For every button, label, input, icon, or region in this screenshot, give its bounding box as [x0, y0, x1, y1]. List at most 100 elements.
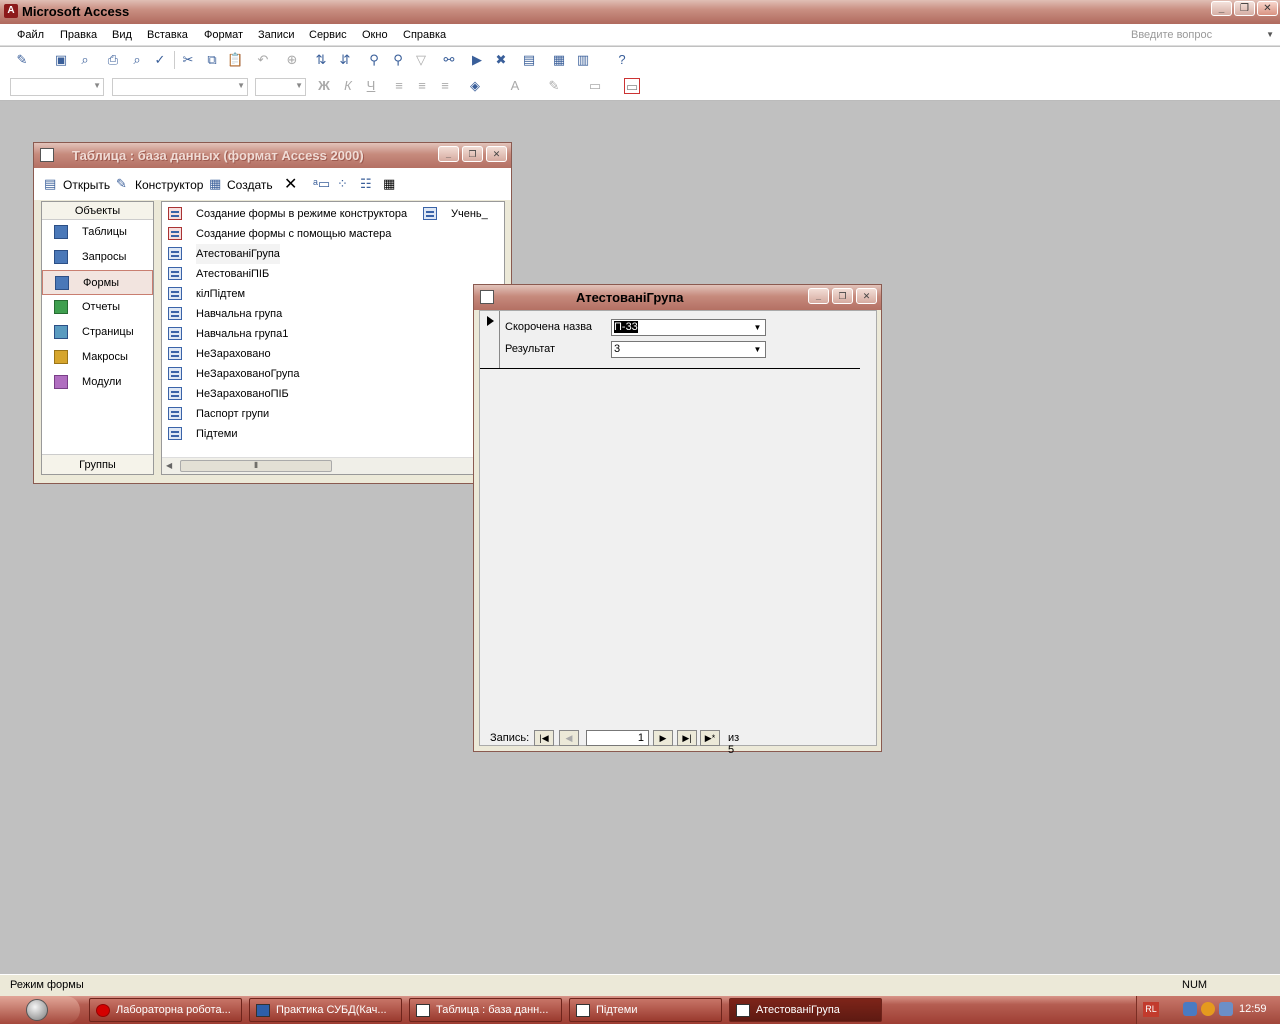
find-icon[interactable]: ⚯ — [441, 52, 457, 68]
line-color-icon[interactable]: ✎ — [546, 78, 562, 94]
form-close-button[interactable]: ✕ — [856, 288, 877, 304]
last-record-button[interactable]: ▶| — [677, 730, 697, 746]
previous-record-button[interactable]: ◀ — [559, 730, 579, 746]
delete-icon[interactable]: ✕ — [284, 174, 297, 194]
insert-object-icon[interactable]: ⊕ — [284, 52, 300, 68]
task-button[interactable]: Лабораторна робота... — [89, 998, 242, 1022]
list-view-icon[interactable]: ☷ — [360, 176, 372, 192]
properties-icon[interactable]: ▤ — [521, 52, 537, 68]
restore-button[interactable]: ❐ — [1234, 1, 1255, 16]
open-button[interactable]: Открыть — [63, 178, 110, 192]
task-button[interactable]: Таблица : база данн... — [409, 998, 562, 1022]
chevron-down-icon[interactable]: ▼ — [750, 320, 765, 335]
sort-ascending-icon[interactable]: ⇅ — [313, 52, 329, 68]
menu-format[interactable]: Формат — [204, 29, 243, 41]
font-color-icon[interactable]: A — [507, 78, 523, 94]
menu-edit[interactable]: Правка — [60, 29, 97, 41]
paste-icon[interactable]: 📋 — [227, 52, 243, 68]
delete-record-icon[interactable]: ✖ — [493, 52, 509, 68]
form-minimize-button[interactable]: _ — [808, 288, 829, 304]
object-modules[interactable]: Модули — [42, 370, 153, 395]
browser-tray-icon[interactable] — [1201, 1002, 1215, 1016]
align-center-icon[interactable]: ≡ — [414, 78, 430, 94]
print-icon[interactable]: ⎙ — [105, 52, 121, 68]
ask-question-box[interactable]: Введите вопрос ▼ — [1126, 27, 1276, 43]
volume-icon[interactable] — [1219, 1002, 1233, 1016]
object-reports[interactable]: Отчеты — [42, 295, 153, 320]
menu-tools[interactable]: Сервис — [309, 29, 347, 41]
start-button[interactable] — [0, 996, 80, 1024]
details-view-icon[interactable]: ▦ — [383, 176, 395, 192]
menu-view[interactable]: Вид — [112, 29, 132, 41]
objects-header[interactable]: Объекты — [42, 202, 153, 220]
language-indicator[interactable]: RL — [1143, 1002, 1159, 1017]
save-icon[interactable]: ▣ — [53, 52, 69, 68]
chevron-down-icon[interactable]: ▼ — [750, 342, 765, 357]
network-icon[interactable] — [1183, 1002, 1197, 1016]
db-restore-button[interactable]: ❐ — [462, 146, 483, 162]
view-icon[interactable]: ✎ — [14, 52, 30, 68]
result-combo[interactable]: 3 ▼ — [611, 341, 766, 358]
sort-descending-icon[interactable]: ⇵ — [337, 52, 353, 68]
spelling-icon[interactable]: ✓ — [152, 52, 168, 68]
apply-filter-icon[interactable]: ▽ — [413, 52, 429, 68]
menu-insert[interactable]: Вставка — [147, 29, 188, 41]
filter-by-form-icon[interactable]: ⚲ — [390, 52, 406, 68]
underline-icon[interactable]: Ч — [363, 78, 379, 94]
first-record-button[interactable]: |◀ — [534, 730, 554, 746]
short-name-combo[interactable]: П-33 ▼ — [611, 319, 766, 336]
line-width-icon[interactable]: ▭ — [587, 78, 603, 94]
font-combo[interactable]: ▼ — [112, 78, 248, 96]
help-icon[interactable]: ? — [614, 52, 630, 68]
object-pages[interactable]: Страницы — [42, 320, 153, 345]
small-icons-icon[interactable]: ⁘ — [337, 176, 348, 192]
print-preview-icon[interactable]: ⌕ — [129, 52, 145, 68]
bold-icon[interactable]: Ж — [316, 78, 332, 94]
minimize-button[interactable]: _ — [1211, 1, 1232, 16]
copy-icon[interactable]: ⧉ — [204, 52, 220, 68]
groups-header[interactable]: Группы — [42, 454, 153, 474]
current-record-icon — [487, 316, 494, 326]
fill-color-icon[interactable]: ◈ — [467, 78, 483, 94]
object-macros[interactable]: Макросы — [42, 345, 153, 370]
menu-help[interactable]: Справка — [403, 29, 446, 41]
task-button[interactable]: Практика СУБД(Кач... — [249, 998, 402, 1022]
form-restore-button[interactable]: ❐ — [832, 288, 853, 304]
task-button-active[interactable]: АтестованіГрупа — [729, 998, 882, 1022]
object-combo[interactable]: ▼ — [10, 78, 104, 96]
new-record-button[interactable]: ▶* — [700, 730, 720, 746]
font-size-combo[interactable]: ▼ — [255, 78, 306, 96]
database-window-icon[interactable]: ▦ — [551, 52, 567, 68]
object-queries[interactable]: Запросы — [42, 245, 153, 270]
large-icons-icon[interactable]: ᵃ▭ — [313, 176, 330, 192]
menu-window[interactable]: Окно — [362, 29, 388, 41]
align-left-icon[interactable]: ≡ — [391, 78, 407, 94]
align-right-icon[interactable]: ≡ — [437, 78, 453, 94]
cut-icon[interactable]: ✂ — [180, 52, 196, 68]
new-object-icon[interactable]: ▥ — [575, 52, 591, 68]
scroll-thumb[interactable]: ⦀ — [180, 460, 332, 472]
new-record-icon[interactable]: ▶ — [469, 52, 485, 68]
create-button[interactable]: Создать — [227, 178, 273, 192]
menu-file[interactable]: Файл — [17, 29, 44, 41]
object-tables[interactable]: Таблицы — [42, 220, 153, 245]
clock[interactable]: 12:59 — [1239, 1003, 1267, 1015]
chevron-down-icon[interactable]: ▼ — [1266, 27, 1274, 43]
file-search-icon[interactable]: ⌕ — [77, 52, 93, 68]
scroll-left-icon[interactable]: ◀ — [166, 461, 172, 470]
horizontal-scrollbar[interactable]: ◀ ⦀ — [162, 457, 504, 474]
db-close-button[interactable]: ✕ — [486, 146, 507, 162]
record-selector[interactable] — [480, 311, 500, 368]
design-button[interactable]: Конструктор — [135, 178, 203, 192]
italic-icon[interactable]: К — [340, 78, 356, 94]
next-record-button[interactable]: ▶ — [653, 730, 673, 746]
menu-records[interactable]: Записи — [258, 29, 295, 41]
task-button[interactable]: Підтеми — [569, 998, 722, 1022]
special-effect-icon[interactable]: ▭ — [624, 78, 640, 94]
filter-by-selection-icon[interactable]: ⚲ — [366, 52, 382, 68]
undo-icon[interactable]: ↶ — [255, 52, 271, 68]
current-record-input[interactable]: 1 — [586, 730, 649, 746]
close-button[interactable]: ✕ — [1257, 1, 1278, 16]
object-forms[interactable]: Формы — [42, 270, 153, 295]
db-minimize-button[interactable]: _ — [438, 146, 459, 162]
